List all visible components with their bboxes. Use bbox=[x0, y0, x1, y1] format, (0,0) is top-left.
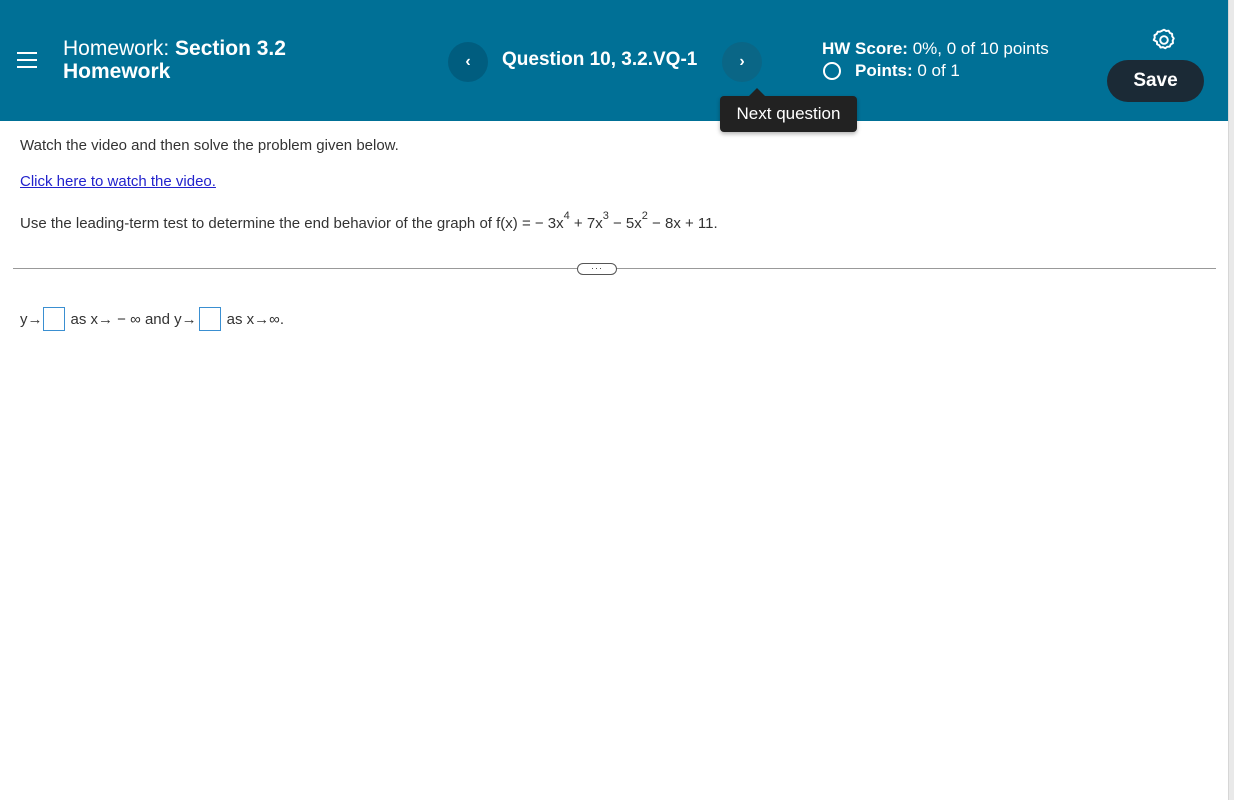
points-label: Points: bbox=[855, 61, 913, 80]
hw-score: HW Score: 0%, 0 of 10 points bbox=[822, 38, 1049, 60]
problem-prefix: Use the leading-term test to determine t… bbox=[20, 215, 564, 232]
hw-score-value: 0%, 0 of 10 points bbox=[912, 39, 1049, 58]
problem-suffix: − 8x + 11. bbox=[647, 215, 718, 232]
instruction-text: Watch the video and then solve the probl… bbox=[20, 137, 399, 154]
scrollbar[interactable] bbox=[1228, 0, 1234, 800]
menu-icon[interactable] bbox=[15, 47, 39, 73]
next-question-button[interactable]: › bbox=[722, 42, 762, 82]
homework-title: Homework: Section 3.2 Homework bbox=[63, 37, 363, 83]
answer-input-pos-inf[interactable] bbox=[198, 307, 221, 331]
save-button[interactable]: Save bbox=[1107, 60, 1204, 102]
watch-video-link[interactable]: Click here to watch the video. bbox=[20, 173, 216, 190]
homework-title-line2: Homework bbox=[63, 60, 171, 83]
answer-y-left: y→ bbox=[20, 310, 43, 328]
answer-row: y→ as x→ − ∞ and y→ as x→∞. bbox=[20, 307, 284, 331]
page: Homework: Section 3.2 Homework ‹ Questio… bbox=[0, 0, 1234, 800]
chevron-right-icon: › bbox=[739, 53, 745, 70]
homework-title-section: Section 3.2 bbox=[175, 37, 286, 60]
question-label: Question 10, 3.2.VQ-1 bbox=[502, 49, 698, 70]
exponent-2: 3 bbox=[602, 210, 609, 222]
problem-statement: Use the leading-term test to determine t… bbox=[20, 210, 718, 232]
next-question-tooltip: Next question bbox=[720, 88, 857, 132]
points-value: 0 of 1 bbox=[917, 61, 960, 80]
answer-middle-text: as x→ − ∞ and y→ bbox=[70, 310, 197, 328]
exponent-1: 4 bbox=[563, 210, 570, 222]
header-bar: Homework: Section 3.2 Homework ‹ Questio… bbox=[0, 0, 1229, 121]
problem-term2: + 7x bbox=[569, 215, 603, 232]
score-block: HW Score: 0%, 0 of 10 points Points: 0 o… bbox=[822, 38, 1049, 82]
chevron-left-icon: ‹ bbox=[465, 53, 471, 70]
gear-icon[interactable] bbox=[1151, 27, 1177, 53]
exponent-3: 2 bbox=[641, 210, 648, 222]
points-row: Points: 0 of 1 bbox=[822, 60, 1049, 82]
homework-title-prefix: Homework: bbox=[63, 37, 170, 60]
answer-end-text: as x→∞. bbox=[226, 310, 285, 328]
points-status-icon bbox=[823, 62, 841, 80]
hw-score-label: HW Score: bbox=[822, 39, 908, 58]
previous-question-button[interactable]: ‹ bbox=[448, 42, 488, 82]
answer-input-neg-inf[interactable] bbox=[42, 307, 65, 331]
expand-more-button[interactable]: ··· bbox=[577, 263, 617, 275]
problem-term3: − 5x bbox=[608, 215, 642, 232]
